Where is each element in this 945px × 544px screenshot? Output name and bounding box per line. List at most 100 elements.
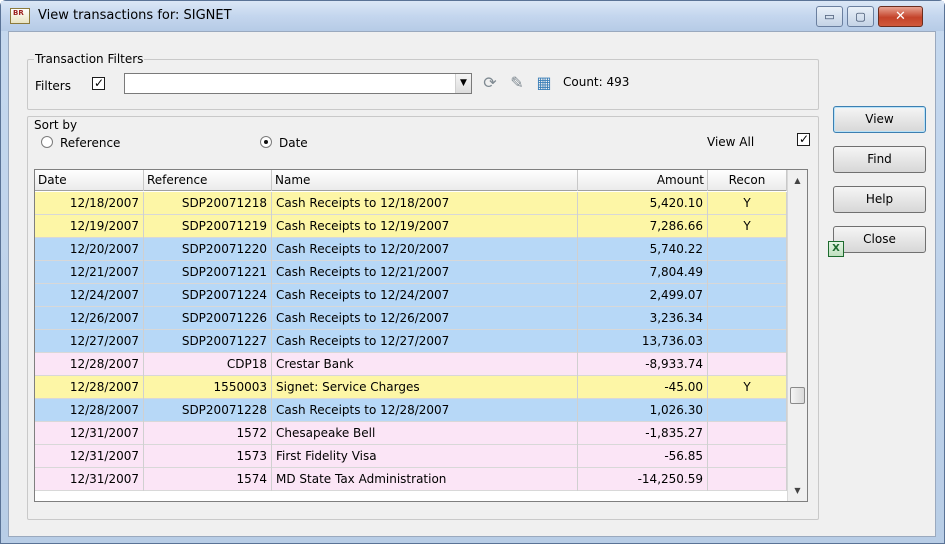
cell-recon: [708, 261, 787, 284]
cell-name: Cash Receipts to 12/28/2007: [272, 399, 578, 422]
cell-amount: -1,835.27: [578, 422, 708, 445]
cell-date: 12/21/2007: [35, 261, 144, 284]
cell-recon: [708, 284, 787, 307]
check-icon: ✓: [94, 76, 105, 90]
table-row[interactable]: 12/20/2007 SDP20071220 Cash Receipts to 12…: [35, 238, 787, 261]
cell-amount: -14,250.59: [578, 468, 708, 491]
sort-reference-label[interactable]: Reference: [60, 136, 120, 150]
title-bar[interactable]: BR View transactions for: SIGNET ▭ ▢ ✕: [1, 1, 944, 31]
maximize-button[interactable]: ▢: [847, 6, 874, 27]
help-button[interactable]: Help: [833, 186, 926, 213]
cell-name: MD State Tax Administration: [272, 468, 578, 491]
filters-label: Filters: [35, 79, 71, 93]
cell-name: Cash Receipts to 12/21/2007: [272, 261, 578, 284]
sort-date-label[interactable]: Date: [279, 136, 308, 150]
cell-recon: [708, 399, 787, 422]
cell-reference: SDP20071220: [144, 238, 272, 261]
cell-recon: [708, 468, 787, 491]
close-window-button[interactable]: ✕: [878, 6, 923, 27]
table-row[interactable]: 12/28/2007 CDP18 Crestar Bank -8,933.74: [35, 353, 787, 376]
cell-name: Cash Receipts to 12/18/2007: [272, 192, 578, 215]
cell-reference: SDP20071224: [144, 284, 272, 307]
cell-recon: [708, 422, 787, 445]
sort-reference-radio[interactable]: [41, 136, 53, 148]
table-row[interactable]: 12/21/2007 SDP20071221 Cash Receipts to 12…: [35, 261, 787, 284]
check-icon: ✓: [799, 132, 810, 146]
cell-amount: 13,736.03: [578, 330, 708, 353]
filter-select[interactable]: ▼: [124, 73, 472, 94]
radio-selected-dot: [264, 140, 268, 144]
excel-export-icon[interactable]: X: [828, 241, 844, 257]
cell-reference: 1573: [144, 445, 272, 468]
column-header-reference[interactable]: Reference: [144, 170, 272, 191]
scroll-up-icon[interactable]: ▲: [788, 172, 807, 189]
window-title: View transactions for: SIGNET: [38, 8, 232, 23]
cell-reference: SDP20071226: [144, 307, 272, 330]
sort-by-legend: Sort by: [33, 118, 79, 132]
minimize-icon: ▭: [824, 10, 835, 23]
cell-name: Chesapeake Bell: [272, 422, 578, 445]
edit-filter-icon[interactable]: ✎: [506, 72, 528, 94]
cell-name: Cash Receipts to 12/24/2007: [272, 284, 578, 307]
table-row[interactable]: 12/26/2007 SDP20071226 Cash Receipts to 12…: [35, 307, 787, 330]
table-row[interactable]: 12/31/2007 1574 MD State Tax Administratio…: [35, 468, 787, 491]
cell-date: 12/31/2007: [35, 468, 144, 491]
column-header-name[interactable]: Name: [272, 170, 578, 191]
table-row[interactable]: 12/19/2007 SDP20071219 Cash Receipts to 12…: [35, 215, 787, 238]
close-icon: ✕: [895, 9, 906, 24]
app-icon: BR: [10, 8, 30, 24]
cell-reference: SDP20071227: [144, 330, 272, 353]
cell-name: First Fidelity Visa: [272, 445, 578, 468]
table-row[interactable]: 12/24/2007 SDP20071224 Cash Receipts to 12…: [35, 284, 787, 307]
table-row[interactable]: 12/18/2007 SDP20071218 Cash Receipts to 12…: [35, 192, 787, 215]
cell-name: Cash Receipts to 12/26/2007: [272, 307, 578, 330]
cell-date: 12/19/2007: [35, 215, 144, 238]
cell-recon: [708, 445, 787, 468]
view-button[interactable]: View: [833, 106, 926, 133]
column-header-date[interactable]: Date: [35, 170, 144, 191]
cell-date: 12/31/2007: [35, 422, 144, 445]
sort-date-radio[interactable]: [260, 136, 272, 148]
cell-date: 12/27/2007: [35, 330, 144, 353]
cell-name: Cash Receipts to 12/19/2007: [272, 215, 578, 238]
transactions-grid[interactable]: Date Reference Name Amount Recon 12/18/2…: [34, 169, 808, 502]
cell-recon: [708, 238, 787, 261]
cell-recon: [708, 330, 787, 353]
cell-date: 12/28/2007: [35, 399, 144, 422]
refresh-icon[interactable]: ⟳: [479, 72, 501, 94]
grid-select-icon[interactable]: ▦: [533, 72, 555, 94]
cell-amount: 2,499.07: [578, 284, 708, 307]
cell-date: 12/18/2007: [35, 192, 144, 215]
cell-name: Signet: Service Charges: [272, 376, 578, 399]
table-row[interactable]: 12/27/2007 SDP20071227 Cash Receipts to 12…: [35, 330, 787, 353]
cell-amount: 3,236.34: [578, 307, 708, 330]
cell-recon: Y: [708, 376, 787, 399]
cell-recon: [708, 353, 787, 376]
count-label: Count: 493: [563, 75, 630, 89]
cell-amount: -8,933.74: [578, 353, 708, 376]
table-row[interactable]: 12/31/2007 1573 First Fidelity Visa -56.85: [35, 445, 787, 468]
cell-date: 12/24/2007: [35, 284, 144, 307]
scroll-thumb[interactable]: [790, 387, 805, 404]
minimize-button[interactable]: ▭: [816, 6, 843, 27]
view-all-checkbox[interactable]: ✓: [797, 132, 810, 146]
column-header-recon[interactable]: Recon: [708, 170, 787, 191]
cell-date: 12/28/2007: [35, 376, 144, 399]
grid-header: Date Reference Name Amount Recon: [35, 170, 787, 191]
column-header-amount[interactable]: Amount: [578, 170, 708, 191]
vertical-scrollbar[interactable]: ▲ ▼: [787, 170, 807, 501]
close-button[interactable]: Close: [833, 226, 926, 253]
table-row[interactable]: 12/31/2007 1572 Chesapeake Bell -1,835.27: [35, 422, 787, 445]
cell-reference: SDP20071228: [144, 399, 272, 422]
cell-reference: 1574: [144, 468, 272, 491]
scroll-down-icon[interactable]: ▼: [788, 482, 807, 499]
cell-reference: 1550003: [144, 376, 272, 399]
chevron-down-icon[interactable]: ▼: [455, 74, 471, 93]
table-row[interactable]: 12/28/2007 SDP20071228 Cash Receipts to 12…: [35, 399, 787, 422]
cell-reference: 1572: [144, 422, 272, 445]
cell-reference: SDP20071219: [144, 215, 272, 238]
filters-checkbox[interactable]: ✓: [92, 76, 105, 90]
table-row[interactable]: 12/28/2007 1550003 Signet: Service Charges…: [35, 376, 787, 399]
transaction-filters-legend: Transaction Filters: [34, 52, 145, 66]
find-button[interactable]: Find: [833, 146, 926, 173]
